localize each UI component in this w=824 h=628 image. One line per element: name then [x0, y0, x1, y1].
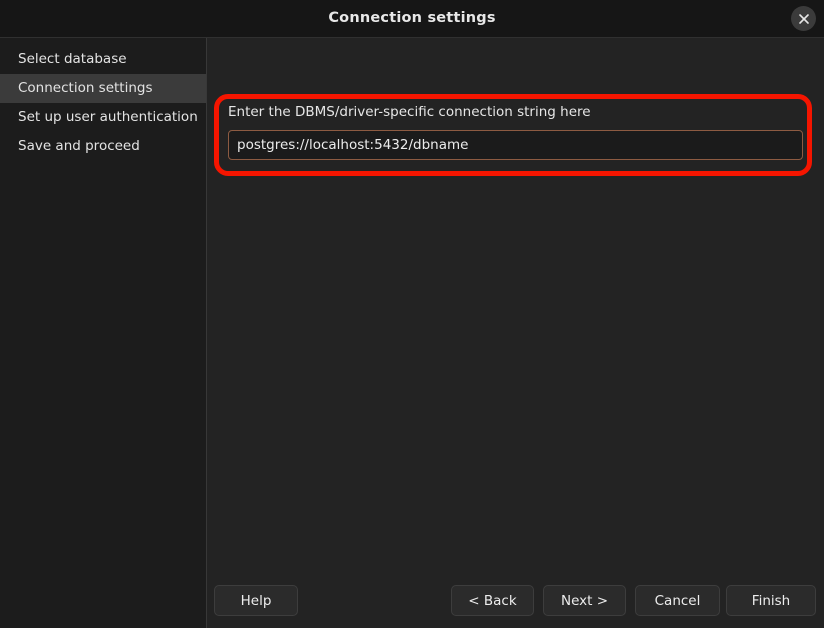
connection-string-form: Enter the DBMS/driver-specific connectio… [228, 104, 803, 160]
sidebar-item-select-database[interactable]: Select database [0, 45, 206, 74]
cancel-button[interactable]: Cancel [635, 585, 720, 616]
connection-settings-dialog: Connection settings Select database Conn… [0, 0, 824, 628]
close-button[interactable] [791, 6, 816, 31]
sidebar-item-save-and-proceed[interactable]: Save and proceed [0, 132, 206, 161]
sidebar-item-connection-settings[interactable]: Connection settings [0, 74, 206, 103]
title-bar: Connection settings [0, 0, 824, 38]
help-button[interactable]: Help [214, 585, 298, 616]
next-button[interactable]: Next > [543, 585, 626, 616]
finish-button[interactable]: Finish [726, 585, 816, 616]
main-panel: Enter the DBMS/driver-specific connectio… [208, 38, 824, 628]
sidebar-item-label: Select database [18, 51, 127, 67]
sidebar-item-set-up-user-authentication[interactable]: Set up user authentication [0, 103, 206, 132]
wizard-step-sidebar: Select database Connection settings Set … [0, 38, 207, 628]
back-button[interactable]: < Back [451, 585, 534, 616]
dialog-button-row: Help < Back Next > Cancel Finish [208, 585, 824, 628]
sidebar-item-label: Connection settings [18, 80, 153, 96]
window-title: Connection settings [328, 10, 496, 26]
sidebar-item-label: Set up user authentication [18, 109, 198, 125]
connection-string-label: Enter the DBMS/driver-specific connectio… [228, 104, 591, 120]
sidebar-item-label: Save and proceed [18, 138, 140, 154]
connection-string-input[interactable] [228, 130, 803, 160]
